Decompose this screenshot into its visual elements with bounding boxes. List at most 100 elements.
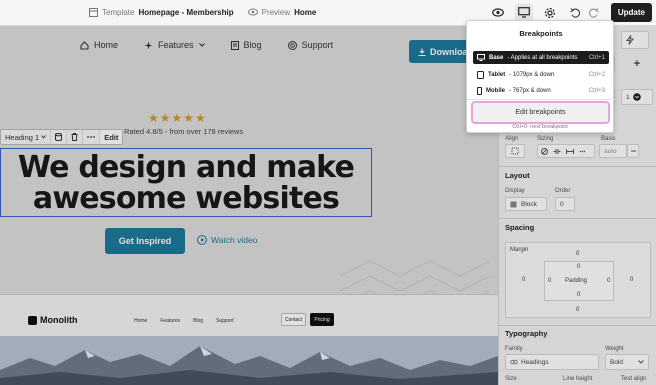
- design-canvas[interactable]: Home Features Blog Support Download ★★★★…: [0, 26, 498, 385]
- typography-section-title[interactable]: Typography: [505, 329, 547, 338]
- display-label: Display: [505, 188, 525, 194]
- padding-top-value[interactable]: 0: [577, 264, 580, 270]
- preview-contact-button: Contact: [281, 313, 306, 326]
- breakpoint-description: - Applies at all breakpoints: [507, 54, 578, 61]
- desktop-icon: [477, 54, 485, 61]
- edit-breakpoints-button[interactable]: Edit breakpoints: [471, 101, 610, 124]
- breakpoint-base[interactable]: Base - Applies at all breakpoints Ctrl+1: [473, 51, 609, 64]
- preview-page-name[interactable]: Home: [294, 8, 316, 17]
- shrink-icon: [553, 148, 561, 154]
- update-button[interactable]: Update: [610, 3, 652, 22]
- padding-editor[interactable]: 0 0 Padding 0 0: [544, 261, 614, 301]
- layout-section-title[interactable]: Layout: [505, 171, 530, 180]
- margin-top-value[interactable]: 0: [576, 251, 579, 257]
- display-select[interactable]: Block: [505, 197, 547, 211]
- family-label: Family: [505, 346, 523, 352]
- redo-button[interactable]: [585, 4, 603, 22]
- lightning-icon: [626, 35, 634, 45]
- add-class-button[interactable]: +: [621, 56, 649, 72]
- number-field[interactable]: 1: [621, 89, 653, 105]
- database-icon: [55, 133, 63, 141]
- hero-heading[interactable]: We design and make awesome websites: [0, 148, 372, 217]
- text-align-label: Text align: [621, 376, 647, 382]
- eye-icon: [247, 7, 258, 17]
- logo-icon: [28, 315, 37, 325]
- element-toolbar: Heading 1 Edit: [0, 129, 124, 145]
- more-options-button[interactable]: [83, 130, 101, 144]
- preview-nav-item: Features: [160, 318, 181, 324]
- nav-item-home[interactable]: Home: [80, 40, 118, 50]
- panel-tab-button[interactable]: [621, 31, 649, 49]
- order-input[interactable]: 0: [555, 197, 575, 211]
- display-value: Block: [521, 200, 537, 208]
- edit-element-button[interactable]: Edit: [100, 130, 123, 144]
- delete-button[interactable]: [67, 130, 84, 144]
- template-name[interactable]: Homepage - Membership: [138, 8, 233, 17]
- rating-text: Rated 4.8/5 - from over 178 reviews: [124, 127, 244, 136]
- basis-input[interactable]: auto: [599, 144, 627, 158]
- breakpoint-name: Tablet: [488, 71, 506, 78]
- padding-left-value[interactable]: 0: [548, 278, 551, 284]
- chevron-down-icon: [638, 360, 644, 364]
- preview-toggle-button[interactable]: [489, 4, 507, 22]
- margin-left-value[interactable]: 0: [522, 277, 525, 283]
- breakpoint-description: - 1079px & down: [509, 71, 555, 78]
- font-weight-select[interactable]: Bold: [605, 354, 649, 370]
- padding-right-value[interactable]: 0: [607, 278, 610, 284]
- grow-icon: [566, 148, 574, 154]
- preview-pricing-button: Pricing: [310, 313, 334, 326]
- breakpoints-title: Breakpoints: [519, 29, 563, 38]
- watch-video-link[interactable]: Watch video: [197, 235, 257, 245]
- undo-button[interactable]: [567, 4, 585, 22]
- preview-label: Preview: [261, 7, 291, 17]
- chevron-down-icon: [198, 43, 205, 47]
- chevron-down-icon: [632, 93, 641, 101]
- order-label: Order: [555, 188, 571, 194]
- breakpoint-mobile[interactable]: Mobile - 767px & down Ctrl+3: [473, 84, 609, 97]
- get-inspired-button[interactable]: Get Inspired: [105, 228, 185, 254]
- align-label: Align: [505, 136, 519, 142]
- database-button[interactable]: [51, 130, 68, 144]
- font-family-select[interactable]: Headings: [505, 354, 599, 370]
- align-self-control[interactable]: [505, 144, 525, 158]
- eye-icon: [491, 8, 504, 17]
- mountain-image: [0, 336, 498, 385]
- preview-nav-item: Support: [216, 318, 234, 324]
- breakpoint-tablet[interactable]: Tablet - 1079px & down Ctrl+2: [473, 68, 609, 81]
- redo-icon: [589, 7, 600, 18]
- tablet-icon: [477, 70, 484, 79]
- breakpoint-button[interactable]: [514, 3, 533, 22]
- preview-nav: Home Features Blog Support: [134, 318, 234, 324]
- padding-bottom-value[interactable]: 0: [577, 292, 580, 298]
- breakpoint-shortcut: Ctrl+1: [588, 54, 605, 61]
- settings-button[interactable]: [541, 4, 559, 22]
- rating-stars: ★★★★★: [148, 111, 207, 125]
- page-breadcrumb: Template Homepage - Membership Preview H…: [88, 7, 316, 17]
- nav-item-label: Blog: [243, 40, 262, 50]
- margin-editor[interactable]: Margin 0 0 0 0 0 0 Padding 0 0: [505, 242, 651, 318]
- preview-frame: Monolith Home Features Blog Support Cont…: [0, 294, 498, 385]
- custom-size-icon: [579, 150, 586, 152]
- font-family-value: Headings: [521, 358, 549, 366]
- size-label: Size: [505, 376, 517, 382]
- margin-bottom-value[interactable]: 0: [576, 307, 579, 313]
- panel-divider: [499, 218, 656, 219]
- nav-item-features[interactable]: Features: [144, 40, 205, 50]
- element-type-selector[interactable]: Heading 1: [1, 130, 52, 144]
- undo-icon: [570, 7, 581, 18]
- margin-right-value[interactable]: 0: [630, 277, 633, 283]
- basis-unit-button[interactable]: [627, 144, 639, 158]
- link-icon: [510, 359, 518, 365]
- block-icon: [510, 201, 517, 207]
- download-icon: [418, 48, 426, 56]
- sizing-controls[interactable]: [537, 144, 595, 158]
- spacing-section-title[interactable]: Spacing: [505, 223, 534, 232]
- nav-item-support[interactable]: Support: [287, 40, 333, 50]
- document-icon: [230, 40, 239, 50]
- breakpoint-shortcut: Ctrl+2: [588, 71, 605, 78]
- nav-item-blog[interactable]: Blog: [230, 40, 262, 50]
- breakpoint-name: Mobile: [486, 87, 505, 94]
- align-icon: [511, 147, 519, 155]
- gear-icon: [544, 7, 555, 18]
- weight-label: Weight: [605, 346, 624, 352]
